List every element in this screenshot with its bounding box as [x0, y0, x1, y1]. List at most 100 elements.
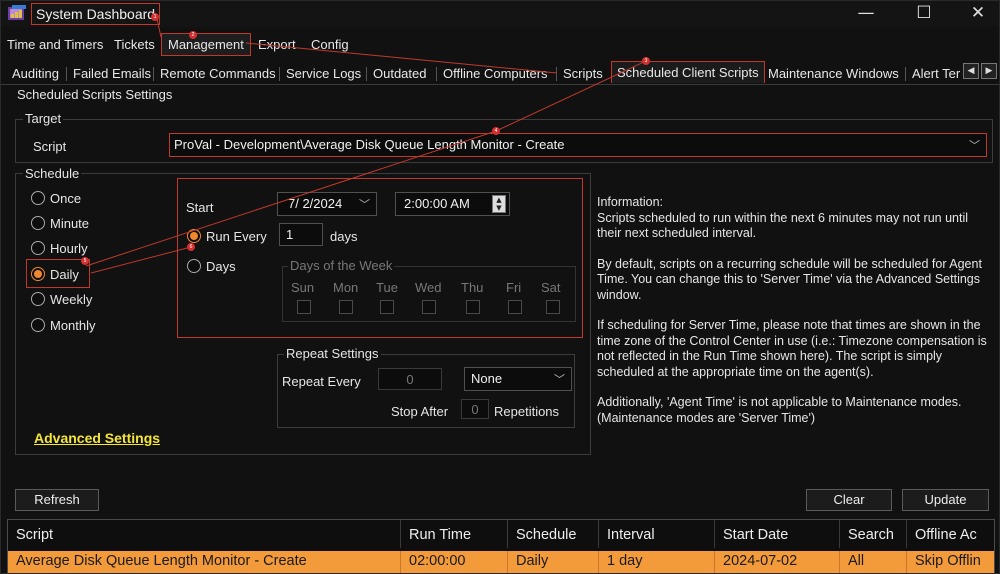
cell-run-time: 02:00:00	[401, 551, 508, 573]
tab-scripts[interactable]: Scripts	[563, 66, 603, 81]
run-every-input[interactable]: 1	[279, 223, 323, 246]
radio-dot	[31, 267, 45, 281]
menu-management[interactable]: Management	[161, 33, 251, 56]
scroll-left-icon[interactable]: ◀	[963, 63, 979, 79]
radio-run-every[interactable]: Run Every	[187, 229, 267, 244]
weekday-label: Tue	[376, 280, 398, 295]
weekday-label: Sat	[541, 280, 561, 295]
tab-separator	[556, 67, 557, 81]
tab-failed-emails[interactable]: Failed Emails	[73, 66, 151, 81]
column-header-interval[interactable]: Interval	[599, 520, 715, 548]
annotation-marker: 3	[642, 57, 650, 65]
radio-dot	[31, 191, 45, 205]
start-time-value: 2:00:00 AM	[404, 196, 470, 211]
radio-minute[interactable]: Minute	[31, 216, 89, 231]
script-dropdown[interactable]: ProVal - Development\Average Disk Queue …	[169, 133, 987, 157]
info-paragraph: By default, scripts on a recurring sched…	[597, 256, 982, 302]
spin-updown-icon[interactable]: ▲ ▼	[492, 195, 506, 213]
radio-once[interactable]: Once	[31, 191, 81, 206]
tab-separator	[153, 67, 154, 81]
tab-offline-computers[interactable]: Offline Computers	[443, 66, 548, 81]
chevron-down-icon: ﹀	[969, 139, 980, 152]
radio-label: Once	[50, 191, 82, 206]
panel-title: Scheduled Scripts Settings	[17, 87, 173, 102]
tab-separator	[905, 67, 906, 81]
column-header-run-time[interactable]: Run Time	[401, 520, 508, 548]
tab-maintenance-windows[interactable]: Maintenance Windows	[768, 66, 899, 81]
column-header-offline-action[interactable]: Offline Ac	[907, 520, 994, 548]
annotation-marker: 1	[151, 13, 159, 21]
annotation-marker: 5	[81, 257, 89, 265]
checkbox-thu[interactable]	[466, 300, 480, 314]
stop-after-input[interactable]: 0	[461, 399, 489, 419]
tab-outdated[interactable]: Outdated	[373, 66, 427, 81]
scheduled-scripts-table: Script Run Time Schedule Interval Start …	[7, 519, 995, 573]
column-header-search[interactable]: Search	[840, 520, 907, 548]
checkbox-sun[interactable]	[297, 300, 311, 314]
info-paragraph: If scheduling for Server Time, please no…	[597, 318, 987, 379]
clear-button[interactable]: Clear	[806, 489, 892, 511]
repetitions-label: Repetitions	[494, 404, 560, 419]
chevron-down-icon: ﹀	[359, 198, 370, 211]
target-group-label: Target	[23, 111, 64, 126]
update-button[interactable]: Update	[902, 489, 989, 511]
checkbox-fri[interactable]	[508, 300, 522, 314]
radio-label: Run Every	[206, 229, 267, 244]
repeat-every-label: Repeat Every	[282, 374, 361, 389]
maximize-button[interactable]: ☐	[901, 1, 947, 27]
cell-script: Average Disk Queue Length Monitor - Crea…	[8, 551, 401, 573]
radio-hourly[interactable]: Hourly	[31, 241, 88, 256]
radio-days[interactable]: Days	[187, 259, 236, 274]
tab-separator	[279, 67, 280, 81]
start-date-value: 7/ 2/2024	[288, 196, 343, 211]
radio-monthly[interactable]: Monthly	[31, 318, 96, 333]
script-dropdown-value: ProVal - Development\Average Disk Queue …	[174, 137, 565, 152]
table-row[interactable]: Average Disk Queue Length Monitor - Crea…	[8, 551, 994, 573]
column-header-schedule[interactable]: Schedule	[508, 520, 599, 548]
radio-dot	[187, 259, 201, 273]
annotation-marker: 2	[189, 31, 197, 39]
weekday-label: Thu	[461, 280, 484, 295]
stop-after-label: Stop After	[391, 404, 449, 419]
radio-dot	[31, 241, 45, 255]
minimize-button[interactable]: —	[843, 1, 889, 27]
weekday-label: Fri	[506, 280, 522, 295]
radio-label: Minute	[50, 216, 90, 231]
scroll-right-icon[interactable]: ▶	[981, 63, 997, 79]
repeat-settings-label: Repeat Settings	[284, 346, 381, 361]
checkbox-mon[interactable]	[339, 300, 353, 314]
dashboard-app-icon	[8, 5, 26, 20]
tab-separator	[366, 67, 367, 81]
close-button[interactable]: ✕	[955, 1, 999, 27]
weekday-label: Wed	[415, 280, 442, 295]
tab-service-logs[interactable]: Service Logs	[286, 66, 361, 81]
column-header-script[interactable]: Script	[8, 520, 401, 548]
advanced-settings-link[interactable]: Advanced Settings	[34, 430, 160, 446]
start-time-picker[interactable]: 2:00:00 AM ▲ ▼	[395, 192, 510, 216]
checkbox-wed[interactable]	[422, 300, 436, 314]
menu-tickets[interactable]: Tickets	[114, 37, 155, 52]
start-date-picker[interactable]: 7/ 2/2024 ﹀	[277, 192, 377, 216]
menu-config[interactable]: Config	[311, 37, 349, 52]
radio-weekly[interactable]: Weekly	[31, 292, 92, 307]
refresh-button[interactable]: Refresh	[15, 489, 99, 511]
checkbox-tue[interactable]	[380, 300, 394, 314]
run-every-unit: days	[330, 229, 358, 244]
repeat-every-input[interactable]: 0	[378, 368, 442, 390]
start-label: Start	[186, 200, 214, 215]
radio-daily[interactable]: Daily	[31, 267, 79, 282]
tab-separator	[436, 67, 437, 81]
tab-remote-commands[interactable]: Remote Commands	[160, 66, 276, 81]
tab-alert-templates[interactable]: Alert Ter	[912, 66, 962, 81]
tab-separator	[66, 67, 67, 81]
weekday-label: Mon	[333, 280, 359, 295]
checkbox-sat[interactable]	[546, 300, 560, 314]
menu-time-and-timers[interactable]: Time and Timers	[7, 37, 103, 52]
column-header-start-date[interactable]: Start Date	[715, 520, 840, 548]
menu-export[interactable]: Export	[258, 37, 296, 52]
tab-auditing[interactable]: Auditing	[12, 66, 59, 81]
radio-label: Weekly	[50, 292, 93, 307]
tab-scheduled-client-scripts[interactable]: Scheduled Client Scripts	[611, 61, 765, 83]
radio-dot	[187, 229, 201, 243]
repeat-unit-dropdown[interactable]: None ﹀	[464, 367, 572, 391]
